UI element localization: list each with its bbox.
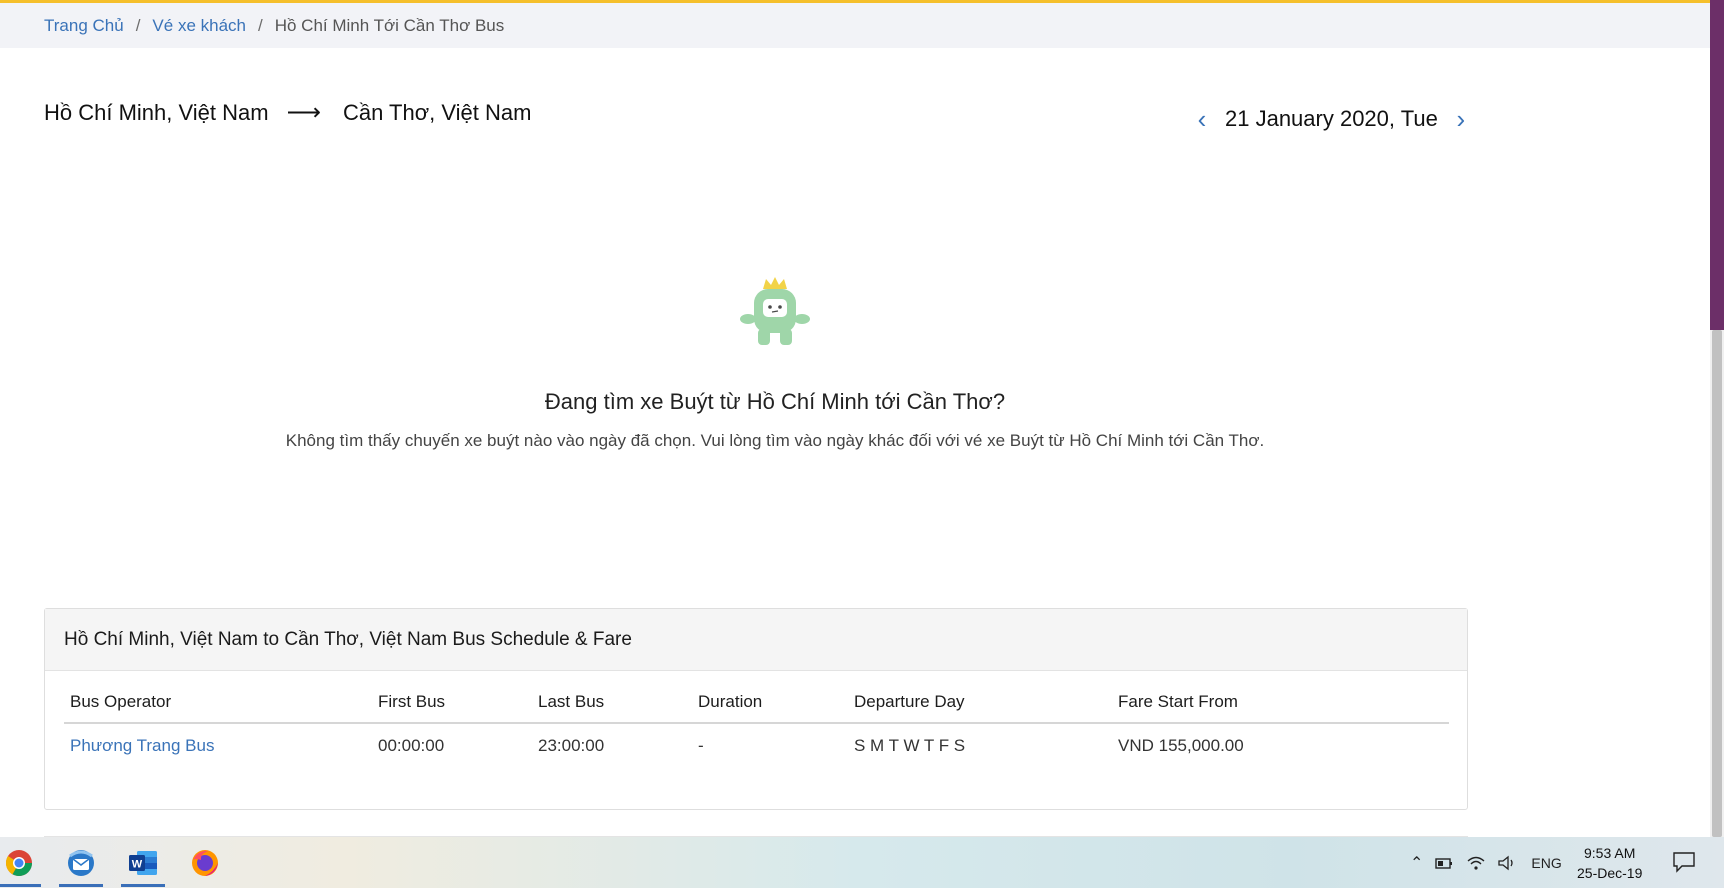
previous-date-chevron-icon[interactable]: ‹ [1193,106,1211,132]
wifi-icon[interactable] [1467,855,1485,871]
empty-state-title: Đang tìm xe Buýt từ Hồ Chí Minh tới Cần … [544,389,1006,414]
firefox-taskbar-button[interactable] [180,841,230,885]
clock-date: 25-Dec-19 [1577,865,1643,881]
schedule-card: Hồ Chí Minh, Việt Nam to Cần Thơ, Việt N… [44,608,1468,810]
next-date-chevron-icon[interactable]: › [1452,106,1470,132]
breadcrumb-home-link[interactable]: Trang Chủ [44,16,124,36]
empty-results: Đang tìm xe Buýt từ Hồ Chí Minh tới Cần … [0,275,1550,451]
column-header: Fare Start From [1112,692,1449,724]
route-origin: Hồ Chí Minh, Việt Nam [44,99,269,125]
breadcrumb: Trang Chủ / Vé xe khách / Hồ Chí Minh Tớ… [0,3,1710,48]
column-header: Departure Day [848,692,1112,724]
thunderbird-icon [68,850,94,876]
table-row: Phương Trang Bus 00:00:00 23:00:00 - S M… [64,723,1449,756]
first-bus-cell: 00:00:00 [378,736,445,755]
breadcrumb-separator: / [257,15,263,35]
volume-icon[interactable] [1497,855,1517,871]
battery-icon[interactable] [1435,856,1453,870]
selected-date: 21 January 2020, Tue [1225,106,1438,131]
mascot-icon [740,277,810,345]
column-header: First Bus [372,692,532,724]
date-navigator: ‹ 21 January 2020, Tue › [1193,106,1470,132]
chrome-taskbar-button[interactable] [0,841,44,887]
route-destination: Cần Thơ, Việt Nam [342,99,532,125]
firefox-icon [192,850,218,876]
operator-cell: Phương Trang Bus [64,723,372,756]
scrollbar-accent [1710,0,1724,330]
route-heading: Hồ Chí Minh, Việt Nam ⟶ Cần Thơ, Việt Na… [44,98,531,127]
clock-time: 9:53 AM [1584,845,1636,861]
chrome-icon [5,850,33,877]
word-taskbar-button[interactable]: W [118,841,168,887]
last-bus-cell: 23:00:00 [538,736,605,755]
show-hidden-icons-chevron-icon[interactable]: ⌃ [1410,853,1423,873]
breadcrumb-separator: / [135,15,141,35]
scrollbar-thumb[interactable] [1712,330,1722,837]
svg-text:W: W [132,859,143,871]
taskbar-clock[interactable]: 9:53 AM 25-Dec-19 [1577,843,1642,883]
schedule-title: Hồ Chí Minh, Việt Nam to Cần Thơ, Việt N… [45,609,1467,671]
input-language-indicator[interactable]: ENG [1531,855,1561,871]
schedule-table: Bus Operator First Bus Last Bus Duration… [64,692,1449,756]
thunderbird-taskbar-button[interactable] [56,841,106,887]
word-icon: W [129,851,157,875]
fare-cell: VND 155,000.00 [1118,736,1244,755]
column-header: Duration [692,692,848,724]
table-header-row: Bus Operator First Bus Last Bus Duration… [64,692,1449,724]
vertical-scrollbar[interactable] [1710,0,1724,837]
empty-state-description: Không tìm thấy chuyến xe buýt nào vào ng… [285,431,1265,450]
notification-center-button[interactable] [1672,851,1696,876]
duration-cell: - [698,736,704,755]
breadcrumb-current: Hồ Chí Minh Tới Cần Thơ Bus [274,15,505,35]
departure-day-cell: S M T W T F S [854,736,966,755]
breadcrumb-section-link[interactable]: Vé xe khách [152,16,246,36]
operator-link[interactable]: Phương Trang Bus [70,736,214,755]
column-header: Bus Operator [64,692,372,724]
column-header: Last Bus [532,692,692,724]
system-tray: ⌃ ENG [1410,837,1562,888]
route-arrow-icon: ⟶ [286,99,321,126]
windows-taskbar: W ⌃ ENG 9:53 AM 25-Dec-19 [0,837,1724,888]
notification-icon [1673,852,1695,873]
